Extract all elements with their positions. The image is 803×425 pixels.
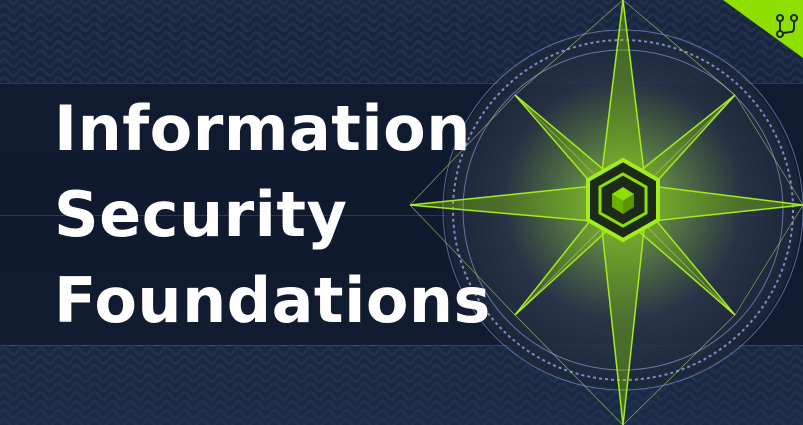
- cube-icon: [586, 157, 660, 243]
- corner-badge: [723, 0, 803, 58]
- title-line-3: Foundations: [54, 264, 491, 337]
- title-line-1: Information: [54, 92, 471, 165]
- title-line-2: Security: [54, 178, 348, 251]
- course-title: Information Security Foundations: [54, 86, 491, 344]
- course-banner: Information Security Foundations: [0, 0, 803, 425]
